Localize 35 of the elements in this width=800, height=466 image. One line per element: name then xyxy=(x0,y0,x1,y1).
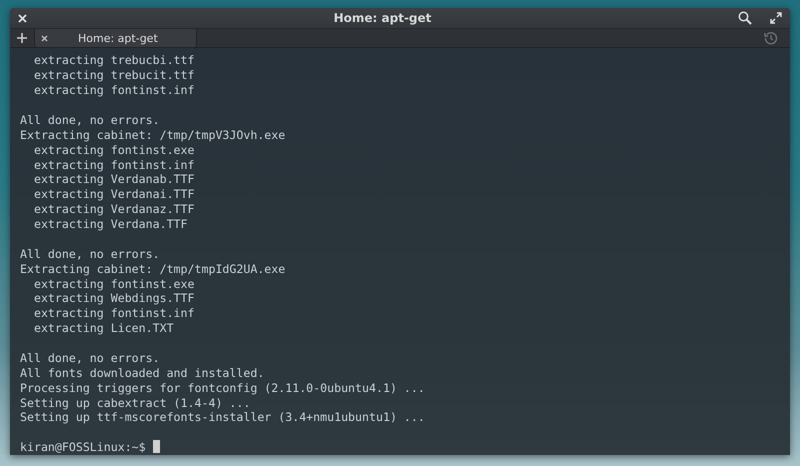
output-line: extracting fontinst.inf xyxy=(32,83,196,98)
output-line: Extracting cabinet: /tmp/tmpIdG2UA.exe xyxy=(20,262,286,276)
output-line: extracting Verdanai.TTF xyxy=(32,187,196,202)
maximize-icon xyxy=(770,12,782,24)
output-line: Setting up ttf-mscorefonts-installer (3.4+nmu1ubuntu1) ... xyxy=(20,410,426,426)
search-icon xyxy=(738,11,752,26)
output-line: extracting Verdanab.TTF xyxy=(32,172,196,188)
output-line: extracting trebucbi.ttf xyxy=(32,53,196,68)
output-line: extracting fontinst.inf xyxy=(32,158,196,172)
output-line: extracting Verdana.TTF xyxy=(32,217,189,232)
output-line: extracting Webdings.TTF xyxy=(32,291,196,306)
terminal-tab[interactable]: Home: apt-get xyxy=(34,29,197,48)
output-line: extracting fontinst.exe xyxy=(32,142,196,158)
history-button[interactable] xyxy=(762,29,780,48)
shell-prompt: kiran@FOSSLinux:~$ xyxy=(20,440,147,454)
output-line: Processing triggers for fontconfig (2.11.0-0ubuntu4.1) ... xyxy=(20,380,426,396)
search-button[interactable] xyxy=(736,9,754,28)
output-line: Setting up cabextract (1.4-4) ... xyxy=(20,396,252,410)
output-line: extracting Verdanaz.TTF xyxy=(32,202,196,217)
window-title: Home: apt-get xyxy=(332,11,432,26)
output-line: All done, no errors. xyxy=(20,246,161,262)
maximize-button[interactable] xyxy=(768,10,784,26)
output-line: All fonts downloaded and installed. xyxy=(20,366,266,381)
output-line: extracting Licen.TXT xyxy=(32,321,175,336)
output-line: extracting fontinst.inf xyxy=(32,306,196,322)
output-line: Extracting cabinet: /tmp/tmpV3JOvh.exe xyxy=(20,128,286,143)
output-line: All done, no errors. xyxy=(20,112,161,128)
history-icon xyxy=(764,31,778,46)
output-line: All done, no errors. xyxy=(20,350,161,366)
output-line: extracting trebucit.ttf xyxy=(32,68,196,84)
plus-icon xyxy=(17,33,27,44)
close-button[interactable] xyxy=(16,12,29,25)
close-icon[interactable] xyxy=(41,34,48,42)
close-icon xyxy=(18,14,27,23)
output-line: extracting fontinst.exe xyxy=(32,276,196,292)
